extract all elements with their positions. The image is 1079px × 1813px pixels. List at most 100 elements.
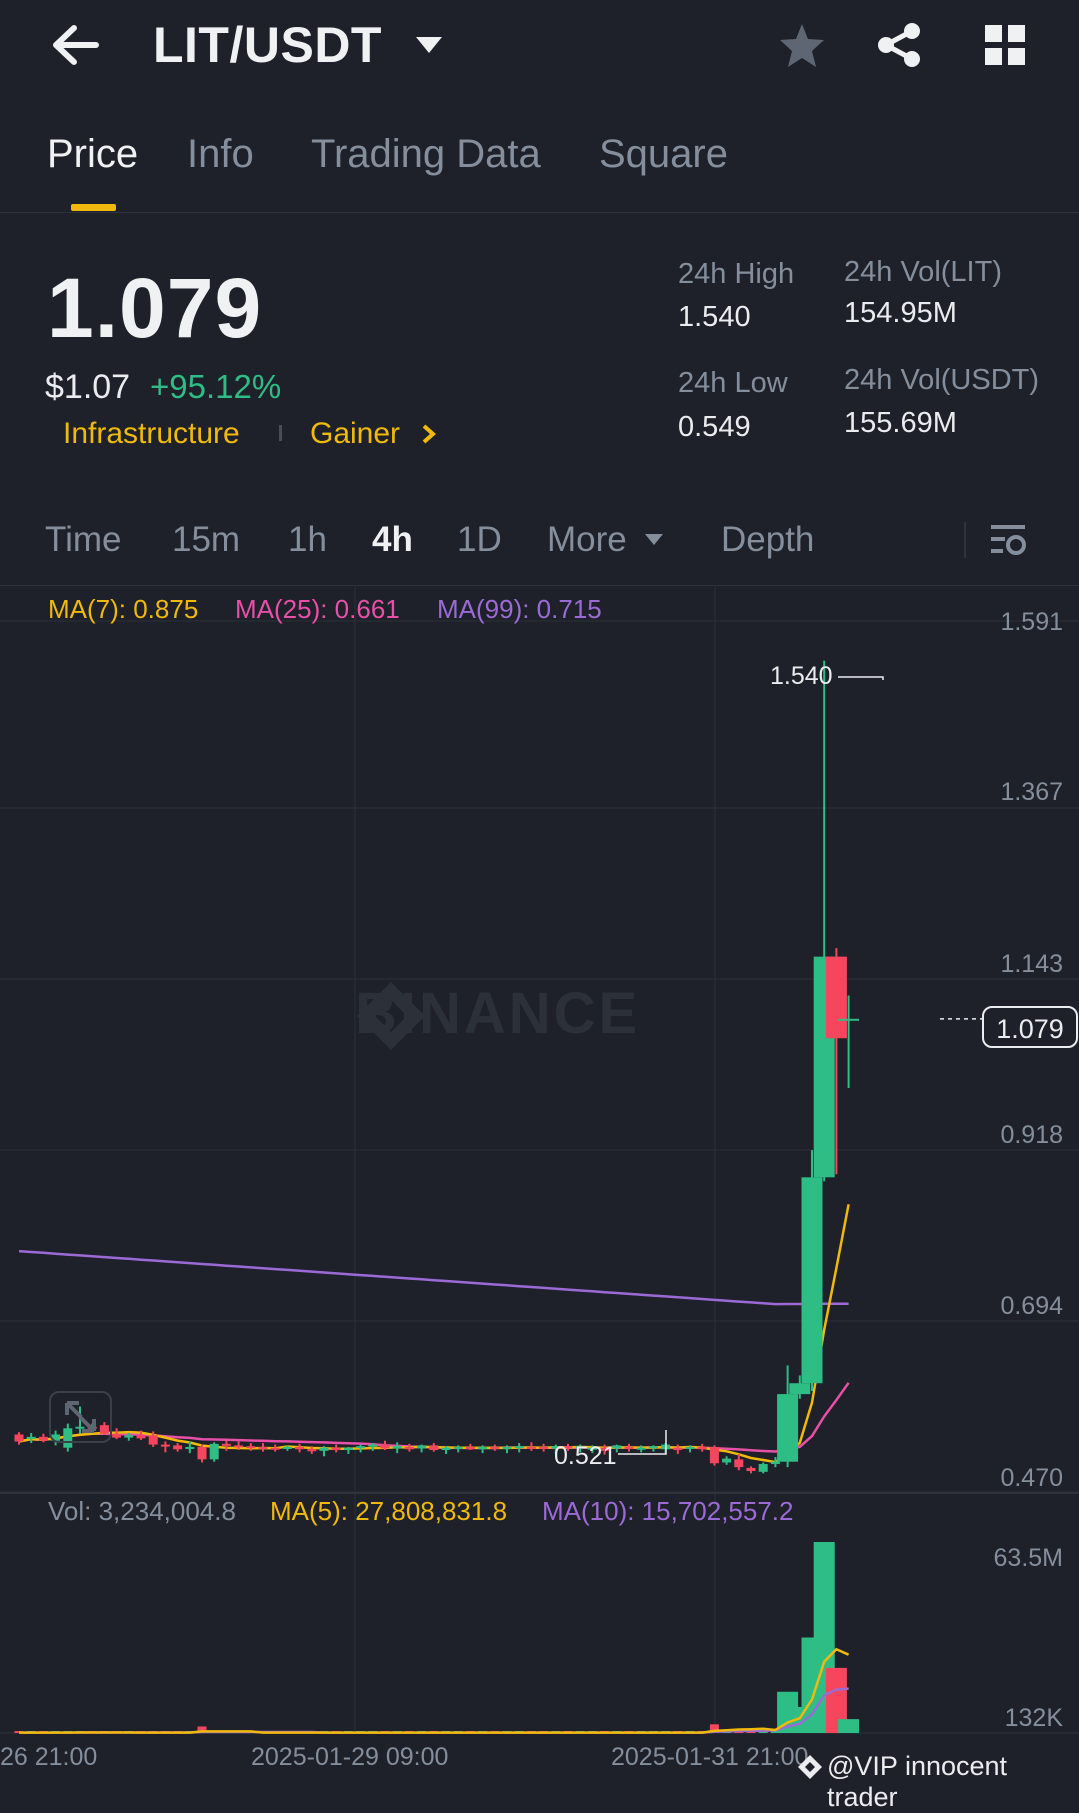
interval-depth[interactable]: Depth (721, 520, 814, 560)
chart-settings-button[interactable] (989, 522, 1027, 558)
candle-body (246, 1446, 256, 1449)
candle-body (539, 1446, 549, 1449)
candle-body (270, 1447, 280, 1450)
candle-body (343, 1447, 353, 1451)
vol-tick-label: 63.5M (993, 1544, 1063, 1572)
ma99-legend: MA(99): 0.715 (437, 594, 602, 624)
more-dropdown-button[interactable] (644, 532, 664, 546)
high-annotation: 1.540 (770, 662, 833, 690)
candle-body (380, 1444, 390, 1449)
pair-dropdown-button[interactable] (414, 34, 444, 56)
pair-title[interactable]: LIT/USDT (153, 16, 382, 74)
share-button[interactable] (876, 22, 922, 68)
candle-body (636, 1447, 646, 1450)
low-annotation: 0.521 (554, 1442, 617, 1470)
candle-body (801, 1177, 823, 1384)
candle-body (197, 1446, 207, 1460)
candle-body (838, 1018, 860, 1021)
candle-body (209, 1443, 219, 1460)
vol-ma5-line (19, 1647, 850, 1734)
candle-body (453, 1446, 463, 1449)
tag-chevron-button[interactable] (421, 423, 437, 445)
vol-ma10-legend: MA(10): 15,702,557.2 (542, 1496, 794, 1526)
candle-body (331, 1447, 341, 1451)
candlestick-chart[interactable] (0, 586, 1079, 1766)
candle-body (490, 1446, 500, 1449)
vol-quote-label: 24h Vol(USDT) (844, 364, 1040, 396)
interval-time[interactable]: Time (45, 520, 121, 560)
grid-icon (985, 25, 1025, 65)
interval-4h[interactable]: 4h (372, 520, 413, 560)
candle-body (38, 1436, 48, 1441)
candle-body (124, 1435, 134, 1438)
candle-body (282, 1446, 292, 1449)
vol-quote-value: 155.69M (844, 407, 957, 439)
interval-divider (964, 522, 966, 558)
tab-trading-data[interactable]: Trading Data (311, 132, 541, 177)
candle-body (112, 1433, 122, 1438)
candle-body (465, 1446, 475, 1450)
candle-body (789, 1383, 811, 1395)
interval-more[interactable]: More (547, 520, 627, 560)
candle-body (722, 1458, 732, 1463)
candle-body (258, 1446, 268, 1449)
candle-body (148, 1435, 158, 1445)
tag-gainer[interactable]: Gainer (310, 417, 400, 451)
candle-body (417, 1445, 427, 1449)
vol-legend: Vol: 3,234,004.8 (48, 1496, 236, 1526)
y-tick-label: 0.694 (1000, 1292, 1063, 1320)
tab-info[interactable]: Info (187, 132, 254, 177)
candle-body (441, 1447, 451, 1451)
high-annotation-leader (838, 676, 884, 680)
candle-body (185, 1446, 195, 1449)
candle-body (685, 1446, 695, 1449)
low-value: 0.549 (678, 411, 751, 443)
tab-square[interactable]: Square (599, 132, 728, 177)
candle-body (319, 1447, 329, 1451)
candle-body (26, 1436, 36, 1439)
ma7-line (18, 1204, 850, 1464)
x-date-label: 26 21:00 (0, 1743, 98, 1771)
vol-base-label: 24h Vol(LIT) (844, 256, 1002, 288)
candle-body (502, 1446, 512, 1449)
ma7-legend: MA(7): 0.875 (48, 594, 199, 624)
high-value: 1.540 (678, 301, 751, 333)
interval-15m[interactable]: 15m (172, 520, 240, 560)
favorite-button[interactable] (778, 22, 826, 68)
caret-down-icon (416, 37, 442, 53)
back-button[interactable] (48, 22, 100, 68)
candle-body (746, 1467, 756, 1472)
candle-body (777, 1394, 799, 1462)
candle-body (648, 1446, 658, 1449)
price-change: +95.12% (150, 368, 282, 405)
candle-body (234, 1445, 244, 1448)
candle-body (758, 1464, 768, 1472)
candle-body (734, 1459, 744, 1468)
candle-body (307, 1449, 317, 1452)
star-icon (780, 24, 824, 67)
tag-infrastructure[interactable]: Infrastructure (63, 417, 240, 451)
last-price: 1.079 (47, 261, 263, 355)
candle-body (221, 1443, 231, 1446)
candle-body (173, 1445, 183, 1450)
candle-body (478, 1446, 488, 1450)
share-icon (878, 23, 920, 67)
y-tick-label: 0.918 (1000, 1121, 1063, 1149)
grid-button[interactable] (984, 24, 1026, 66)
chevron-right-icon (422, 424, 437, 444)
candle-body (295, 1446, 305, 1450)
interval-1h[interactable]: 1h (288, 520, 327, 560)
fullscreen-button[interactable] (49, 1391, 112, 1443)
vol-ma5-legend: MA(5): 27,808,831.8 (270, 1496, 508, 1526)
price-usd: $1.07 (45, 368, 131, 406)
vol-ma10-line (19, 1687, 849, 1734)
candle-body (160, 1444, 170, 1447)
candle-body (526, 1446, 536, 1449)
interval-1d[interactable]: 1D (457, 520, 502, 560)
arrow-left-icon (53, 25, 99, 65)
ma25-line (18, 1382, 850, 1453)
candle-body (136, 1435, 146, 1439)
author-credit: @VIP innocent trader (827, 1751, 1008, 1812)
tab-price[interactable]: Price (47, 132, 138, 177)
active-tab-indicator (71, 204, 116, 211)
